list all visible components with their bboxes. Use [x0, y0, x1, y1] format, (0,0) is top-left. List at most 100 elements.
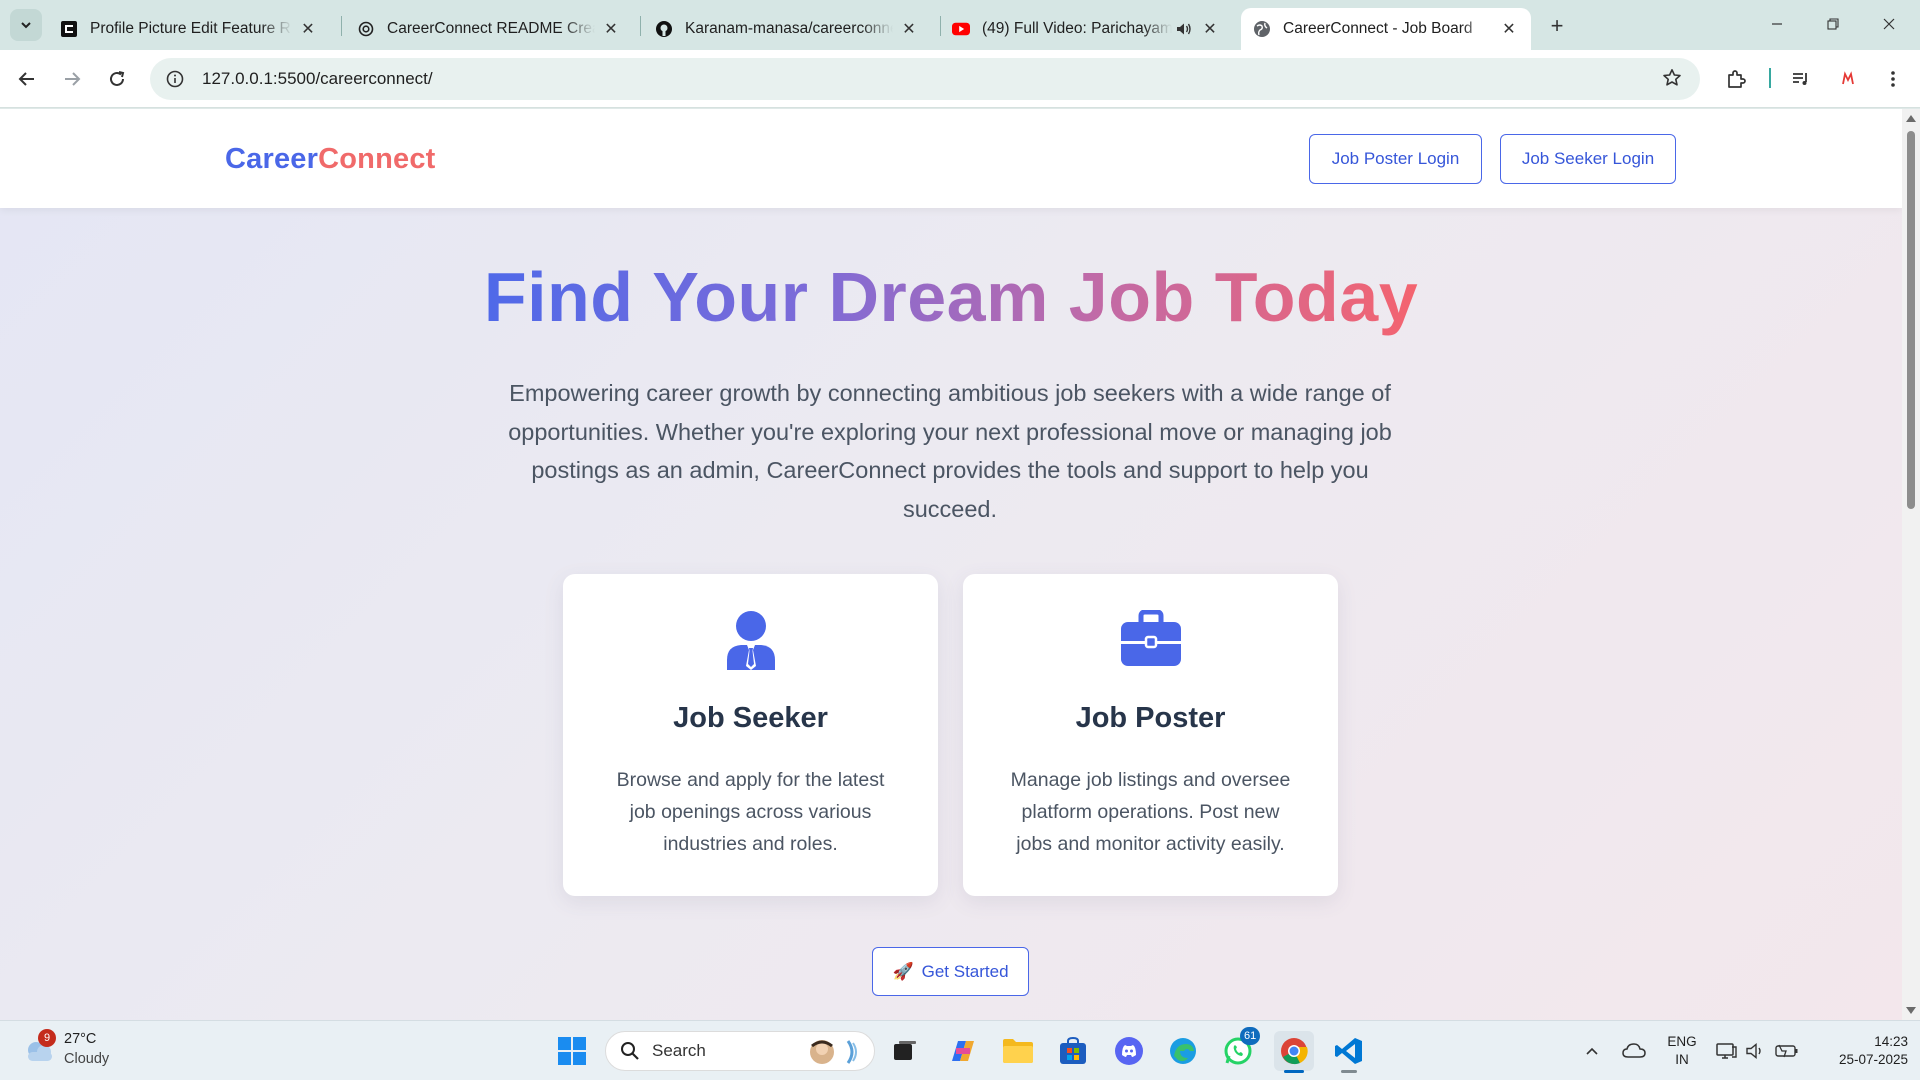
github-icon	[655, 20, 673, 38]
network-display-icon	[1716, 1043, 1737, 1059]
tab-search-button[interactable]	[10, 9, 42, 41]
show-hidden-icons-button[interactable]	[1580, 1031, 1604, 1071]
hero-subtitle: Empowering career growth by connecting a…	[508, 380, 1392, 522]
clock-date: 25-07-2025	[1838, 1052, 1908, 1067]
openai-icon	[357, 20, 375, 38]
forward-button[interactable]	[56, 63, 88, 95]
start-button[interactable]	[552, 1031, 592, 1071]
running-app-indicator	[1341, 1070, 1357, 1073]
chevron-down-icon	[21, 22, 31, 29]
language-indicator[interactable]: ENG IN	[1665, 1033, 1699, 1069]
browser-menu-button[interactable]	[1877, 63, 1909, 95]
extensions-button[interactable]	[1720, 63, 1752, 95]
url-text[interactable]: 127.0.0.1:5500/careerconnect/	[202, 69, 433, 89]
chrome-app[interactable]	[1274, 1031, 1314, 1073]
job-seeker-card[interactable]: Job Seeker Browse and apply for the late…	[563, 574, 938, 896]
reload-button[interactable]	[101, 63, 133, 95]
tab-title: Profile Picture Edit Feature R | C	[90, 20, 292, 37]
job-seeker-login-button[interactable]: Job Seeker Login	[1500, 134, 1676, 184]
scroll-up-arrow-icon[interactable]	[1906, 115, 1916, 122]
new-tab-button[interactable]: +	[1543, 12, 1571, 40]
browser-tab[interactable]: (49) Full Video: Parichayami ✕	[940, 8, 1232, 50]
logo-part-connect: Connect	[318, 143, 436, 175]
browser-tab[interactable]: Profile Picture Edit Feature R | C ✕	[48, 8, 330, 50]
weather-widget[interactable]: 9 27°C Cloudy	[20, 1029, 140, 1073]
minimize-button[interactable]	[1754, 6, 1800, 42]
close-icon	[1883, 18, 1895, 30]
onedrive-button[interactable]	[1620, 1031, 1648, 1071]
get-started-label: Get Started	[921, 961, 1009, 981]
volume-button[interactable]	[1743, 1031, 1769, 1071]
playlist-music-icon	[1793, 73, 1807, 85]
puzzle-icon	[1728, 70, 1746, 88]
chevron-up-icon	[1586, 1047, 1598, 1055]
restore-button[interactable]	[1810, 6, 1856, 42]
tab-close-icon[interactable]: ✕	[899, 19, 919, 39]
task-view-icon	[894, 1041, 916, 1060]
bookmark-star-icon[interactable]	[1662, 68, 1682, 93]
browser-toolbar: 127.0.0.1:5500/careerconnect/	[0, 50, 1920, 108]
taskbar-search[interactable]: Search	[605, 1031, 875, 1071]
card-description: Browse and apply for the latest job open…	[616, 769, 885, 855]
edge-icon	[1170, 1038, 1196, 1064]
site-logo[interactable]: CareerConnect	[225, 143, 436, 176]
minimize-icon	[1772, 23, 1782, 25]
browser-tab[interactable]: Karanam-manasa/careerconnec ✕	[643, 8, 931, 50]
browser-tab[interactable]: CareerConnect README Creatio ✕	[345, 8, 633, 50]
tab-title: Karanam-manasa/careerconnec	[685, 20, 893, 37]
search-highlight-icon	[810, 1040, 857, 1064]
scrollbar-thumb[interactable]	[1907, 131, 1915, 509]
store-icon	[1060, 1037, 1086, 1064]
file-explorer-app[interactable]	[998, 1031, 1038, 1071]
codehelp-icon	[60, 20, 78, 38]
page-scrollbar[interactable]	[1902, 109, 1920, 1020]
vscode-app[interactable]	[1329, 1031, 1369, 1073]
region-code: IN	[1675, 1052, 1689, 1067]
windows-logo-icon	[558, 1037, 586, 1065]
browser-tab-active[interactable]: CareerConnect - Job Board ✕	[1241, 8, 1531, 50]
address-bar[interactable]: 127.0.0.1:5500/careerconnect/	[150, 58, 1700, 100]
close-window-button[interactable]	[1866, 6, 1912, 42]
tab-title: CareerConnect README Creatio	[387, 20, 595, 37]
tab-close-icon[interactable]: ✕	[1200, 19, 1220, 39]
user-tie-icon	[563, 610, 938, 674]
battery-button[interactable]	[1773, 1031, 1801, 1071]
whatsapp-app[interactable]: 61	[1218, 1027, 1261, 1071]
edge-app[interactable]	[1163, 1031, 1203, 1071]
tab-close-icon[interactable]: ✕	[298, 19, 318, 39]
copilot-app[interactable]	[943, 1031, 983, 1071]
discord-app[interactable]	[1109, 1031, 1149, 1071]
card-title: Job Poster	[1075, 702, 1226, 734]
tab-close-icon[interactable]: ✕	[601, 19, 621, 39]
browser-tab-bar: Profile Picture Edit Feature R | C ✕ Car…	[0, 0, 1920, 50]
scroll-down-arrow-icon[interactable]	[1906, 1007, 1916, 1014]
discord-icon	[1115, 1037, 1143, 1065]
system-clock[interactable]: 14:23 25-07-2025	[1812, 1033, 1908, 1069]
speaker-icon[interactable]	[1176, 22, 1194, 36]
page-viewport: CareerConnect Job Poster Login Job Seeke…	[0, 109, 1902, 1020]
tab-separator	[640, 16, 641, 36]
profile-avatar-button[interactable]	[1832, 63, 1864, 95]
tab-separator	[341, 16, 342, 36]
globe-icon	[1253, 20, 1271, 38]
media-control-button[interactable]	[1785, 63, 1817, 95]
briefcase-icon	[963, 610, 1338, 674]
site-info-icon[interactable]	[164, 68, 186, 90]
task-view-button[interactable]	[885, 1031, 925, 1071]
copilot-icon	[952, 1041, 974, 1061]
job-poster-card[interactable]: Job Poster Manage job listings and overs…	[963, 574, 1338, 896]
battery-charging-icon	[1775, 1044, 1798, 1058]
job-poster-login-button[interactable]: Job Poster Login	[1309, 134, 1482, 184]
network-button[interactable]	[1713, 1031, 1739, 1071]
tab-title: (49) Full Video: Parichayami	[982, 20, 1172, 37]
tab-close-icon[interactable]: ✕	[1499, 19, 1519, 39]
whatsapp-badge: 61	[1240, 1027, 1261, 1045]
arrow-right-icon	[65, 72, 81, 86]
clock-time: 14:23	[1874, 1034, 1908, 1049]
cloud-icon	[1622, 1043, 1646, 1058]
language-code: ENG	[1667, 1034, 1697, 1049]
active-app-indicator	[1284, 1070, 1304, 1073]
get-started-button[interactable]: 🚀 Get Started	[872, 947, 1029, 996]
back-button[interactable]	[11, 63, 43, 95]
microsoft-store-app[interactable]	[1053, 1031, 1093, 1071]
